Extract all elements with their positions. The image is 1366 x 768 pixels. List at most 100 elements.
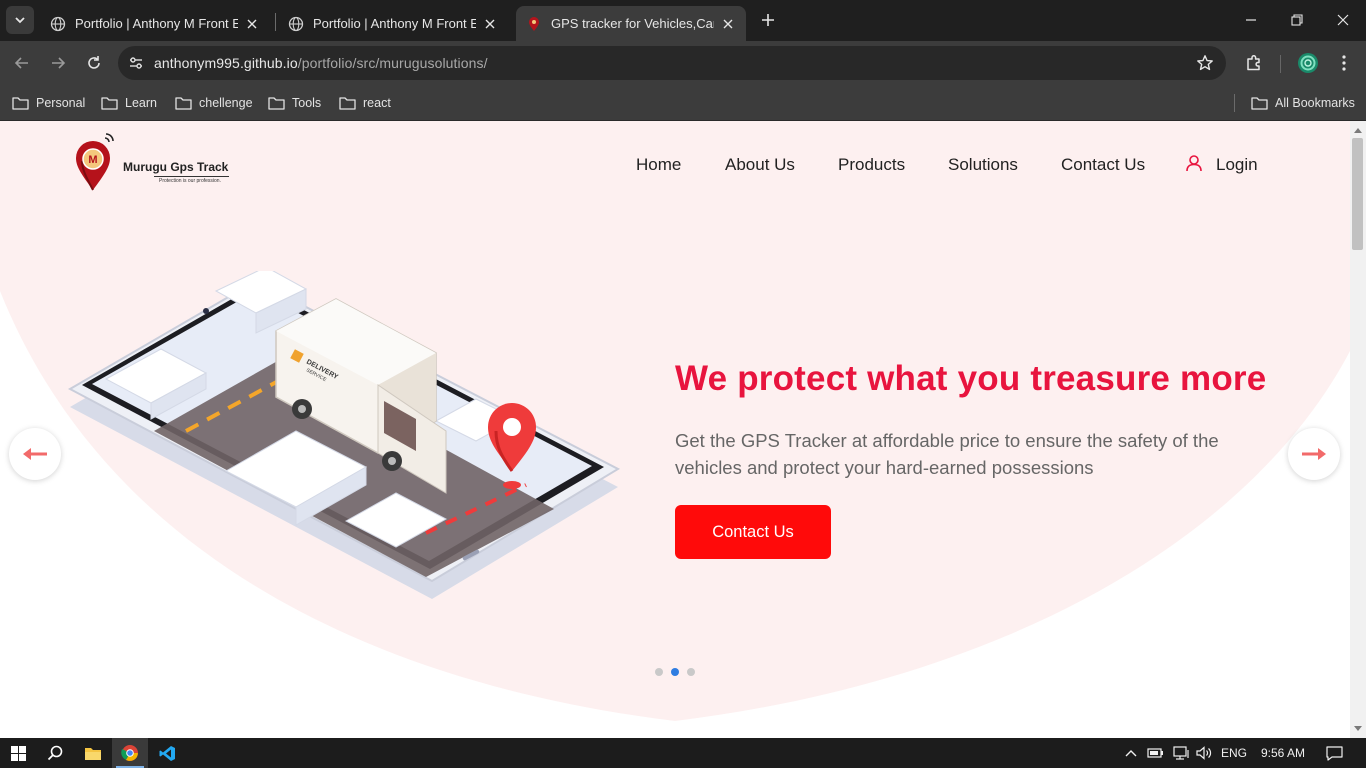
folder-icon	[12, 97, 29, 110]
url-path: /portfolio/src/murugusolutions/	[297, 55, 488, 71]
folder-icon	[85, 747, 101, 760]
all-bookmarks-button[interactable]: All Bookmarks	[1251, 92, 1355, 114]
bookmarks-bar: Personal Learn chellenge Tools react All…	[0, 85, 1366, 121]
bookmark-folder-personal[interactable]: Personal	[12, 92, 85, 114]
search-button[interactable]	[38, 738, 72, 768]
toolbar-divider	[1280, 55, 1281, 73]
new-tab-button[interactable]	[756, 8, 780, 32]
contact-us-button[interactable]: Contact Us	[675, 505, 831, 559]
bookmark-label: chellenge	[199, 96, 253, 110]
page-viewport: M Murugu Gps Track Protection is our pro…	[0, 121, 1350, 738]
gps-phone-illustration: DELIVERY SERVICE	[67, 271, 621, 599]
close-icon[interactable]	[244, 16, 260, 32]
tab-search-button[interactable]	[6, 6, 34, 34]
close-icon[interactable]	[720, 16, 736, 32]
nav-about-us[interactable]: About Us	[725, 155, 795, 175]
puzzle-icon	[1247, 54, 1260, 71]
tab-divider	[275, 13, 276, 31]
extensions-button[interactable]	[1242, 51, 1266, 75]
logo-underline	[154, 176, 229, 177]
arrow-right-icon	[52, 57, 66, 69]
chrome-taskbar-button[interactable]	[112, 738, 148, 768]
logo-letter: M	[88, 154, 97, 166]
url-host: anthonym995.github.io	[154, 55, 298, 71]
clock[interactable]: 9:56 AM	[1261, 746, 1305, 760]
vscode-taskbar-button[interactable]	[150, 738, 184, 768]
forward-button[interactable]	[46, 51, 70, 75]
tab-title: GPS tracker for Vehicles,Cars, Bikes	[551, 16, 714, 31]
reload-button[interactable]	[82, 51, 106, 75]
minimize-icon	[1246, 19, 1256, 21]
bookmark-folder-learn[interactable]: Learn	[101, 92, 157, 114]
search-icon	[47, 745, 63, 761]
nav-home[interactable]: Home	[636, 155, 681, 175]
folder-icon	[1251, 97, 1268, 110]
back-button[interactable]	[10, 51, 34, 75]
bookmark-star-button[interactable]	[1196, 54, 1214, 77]
carousel-dot[interactable]	[655, 668, 663, 676]
address-bar[interactable]: anthonym995.github.io/portfolio/src/muru…	[118, 46, 1226, 80]
plus-icon	[762, 14, 774, 26]
logo-pin-icon: M	[76, 133, 114, 191]
show-hidden-icons-button[interactable]	[1122, 738, 1140, 768]
star-icon	[1197, 55, 1213, 71]
bookmarks-divider	[1234, 94, 1235, 112]
tab-strip: Portfolio | Anthony M Front End Dev Port…	[0, 0, 1366, 41]
carousel-prev-button[interactable]	[9, 428, 61, 480]
nav-products[interactable]: Products	[838, 155, 905, 175]
tab-gps-tracker[interactable]: GPS tracker for Vehicles,Cars, Bikes	[516, 6, 746, 41]
language-indicator[interactable]: ENG	[1221, 746, 1247, 760]
hero-title: We protect what you treasure more	[675, 359, 1267, 398]
hero-subtitle: Get the GPS Tracker at affordable price …	[675, 430, 1219, 478]
scrollbar-thumb[interactable]	[1352, 138, 1363, 250]
tune-icon	[130, 57, 142, 69]
profile-avatar-icon	[1298, 53, 1318, 73]
bookmark-label: Tools	[292, 96, 322, 110]
scroll-up-arrow-icon[interactable]	[1353, 125, 1363, 135]
carousel-dot[interactable]	[687, 668, 695, 676]
nav-solutions[interactable]: Solutions	[948, 155, 1018, 175]
nav-contact-us[interactable]: Contact Us	[1061, 155, 1145, 175]
minimize-button[interactable]	[1228, 0, 1274, 40]
windows-taskbar: ENG 9:56 AM	[0, 738, 1366, 768]
bookmark-folder-react[interactable]: react	[339, 92, 391, 114]
site-logo[interactable]: M Murugu Gps Track Protection is our pro…	[74, 131, 244, 195]
carousel-next-button[interactable]	[1288, 428, 1340, 480]
nav-login[interactable]: Login	[1216, 155, 1258, 175]
close-icon	[1337, 14, 1349, 26]
battery-icon	[1147, 748, 1163, 758]
folder-icon	[101, 97, 118, 110]
folder-icon	[339, 97, 356, 110]
notifications-button[interactable]	[1322, 738, 1346, 768]
arrow-left-icon	[23, 448, 47, 460]
volume-tray-icon[interactable]	[1193, 738, 1215, 768]
bookmark-folder-chellenge[interactable]: chellenge	[175, 92, 253, 114]
folder-icon	[268, 97, 285, 110]
logo-tagline: Protection is our profession.	[159, 178, 221, 184]
scroll-down-arrow-icon[interactable]	[1353, 724, 1363, 734]
file-explorer-button[interactable]	[76, 738, 110, 768]
bookmark-folder-tools[interactable]: Tools	[268, 92, 321, 114]
speaker-icon	[1195, 746, 1211, 760]
carousel-dot-active[interactable]	[671, 668, 679, 676]
site-info-button[interactable]	[118, 46, 154, 80]
more-vert-icon	[1342, 55, 1346, 71]
network-tray-icon[interactable]	[1170, 738, 1192, 768]
reload-icon	[88, 56, 100, 69]
tab-portfolio-2[interactable]: Portfolio | Anthony M Front End Dev	[278, 6, 508, 41]
globe-icon	[50, 16, 66, 31]
close-window-button[interactable]	[1320, 0, 1366, 40]
network-icon	[1172, 746, 1189, 760]
start-button[interactable]	[0, 738, 36, 768]
battery-tray-icon[interactable]	[1144, 738, 1166, 768]
bookmark-label: react	[363, 96, 391, 110]
profile-button[interactable]	[1296, 51, 1320, 75]
bookmark-label: Personal	[36, 96, 86, 110]
chrome-icon	[121, 745, 138, 761]
folder-icon	[175, 97, 192, 110]
chevron-down-icon	[15, 17, 25, 24]
close-icon[interactable]	[482, 16, 498, 32]
chrome-menu-button[interactable]	[1332, 51, 1356, 75]
tab-portfolio-1[interactable]: Portfolio | Anthony M Front End Dev	[40, 6, 270, 41]
restore-button[interactable]	[1274, 0, 1320, 40]
